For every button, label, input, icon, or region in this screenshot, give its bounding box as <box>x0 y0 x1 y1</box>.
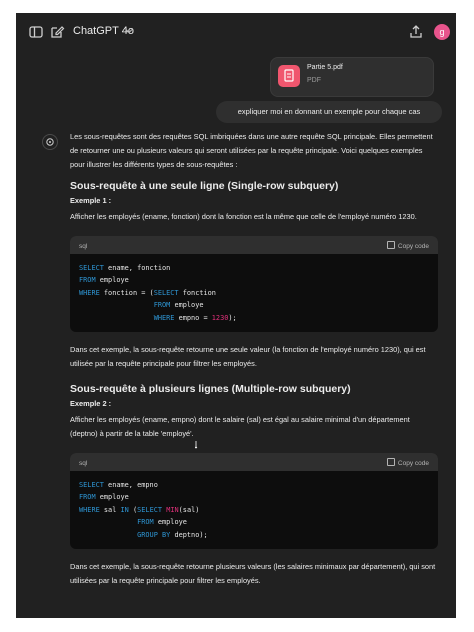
code-block-1: sql Copy code SELECT ename, fonction FRO… <box>70 236 438 333</box>
assistant-logo-icon <box>42 134 58 150</box>
copy-code-button[interactable]: Copy code <box>386 457 429 471</box>
assistant-response: Les sous-requêtes sont des requêtes SQL … <box>70 130 438 588</box>
example1-text: Afficher les employés (ename, fonction) … <box>70 212 417 221</box>
section1-heading: Sous-requête à une seule ligne (Single-r… <box>70 180 339 192</box>
attachment-type: PDF <box>307 77 321 84</box>
example2-label: Exemple 2 : <box>70 399 112 409</box>
pdf-file-icon <box>278 65 300 87</box>
copy-code-button[interactable]: Copy code <box>386 240 429 254</box>
sidebar-toggle-icon[interactable] <box>28 24 44 40</box>
explanation-2: Dans cet exemple, la sous-requête retour… <box>70 562 436 586</box>
copy-icon <box>386 458 395 467</box>
intro-paragraph: Les sous-requêtes sont des requêtes SQL … <box>70 132 433 169</box>
explanation-1: Dans cet exemple, la sous-requête retour… <box>70 345 426 369</box>
mouse-cursor-icon <box>195 441 198 449</box>
attachment-name: Partie 5.pdf <box>307 64 343 71</box>
code-language: sql <box>79 460 88 468</box>
code-header: sql Copy code <box>70 236 438 254</box>
example1-label: Exemple 1 : <box>70 196 112 205</box>
example2-text: Afficher les employés (ename, empno) don… <box>70 415 410 439</box>
code-body-1: SELECT ename, fonction FROM employe WHER… <box>79 264 237 322</box>
chat-window: ChatGPT 4o g Partie 5.pdf PDF expliquer … <box>16 13 456 618</box>
share-icon[interactable] <box>408 24 424 40</box>
chevron-down-icon[interactable] <box>124 26 134 36</box>
user-avatar[interactable]: g <box>434 24 450 40</box>
attachment-card[interactable]: Partie 5.pdf PDF <box>270 57 434 97</box>
code-body-2: SELECT ename, empno FROM employe WHERE s… <box>79 481 208 539</box>
code-language: sql <box>79 243 88 250</box>
top-bar: ChatGPT 4o g <box>16 13 456 51</box>
new-chat-icon[interactable] <box>49 24 65 40</box>
section2-heading: Sous-requête à plusieurs lignes (Multipl… <box>70 383 351 396</box>
code-block-2: sql Copy code SELECT ename, empno FROM e… <box>70 453 438 550</box>
copy-icon <box>386 241 395 249</box>
code-header: sql Copy code <box>70 453 438 472</box>
user-message: expliquer moi en donnant un exemple pour… <box>216 101 442 123</box>
